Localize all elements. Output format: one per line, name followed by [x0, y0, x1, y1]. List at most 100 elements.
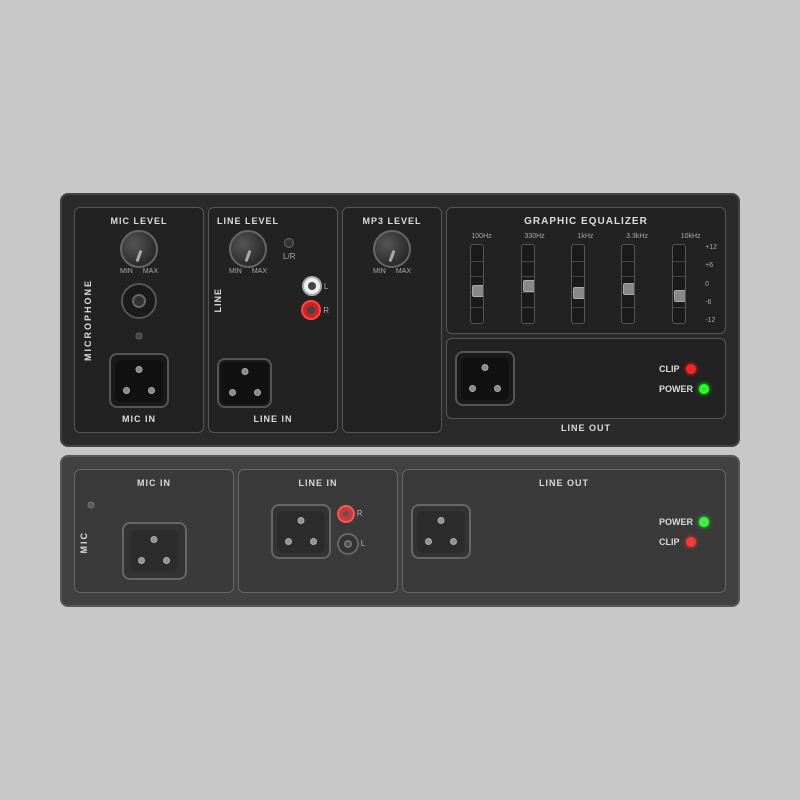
main-container: MICROPHONE MIC LEVEL MIN MAX — [60, 193, 740, 607]
line-xlr-connector — [217, 358, 272, 408]
mic-xlr-pin1 — [136, 366, 143, 373]
bottom-line-pin1 — [297, 517, 304, 524]
line-vertical-label: LINE — [213, 288, 223, 313]
bottom-line-xlr — [271, 504, 331, 559]
clip-status-row: CLIP — [659, 364, 709, 374]
eq-freq-10k: 10kHz — [681, 233, 701, 240]
clip-led — [686, 364, 696, 374]
bottom-lineout-label: LINE OUT — [539, 478, 589, 488]
bottom-line-pin3 — [310, 538, 317, 545]
status-indicators: CLIP POWER — [651, 356, 717, 402]
mp3-level-label: MP3 LEVEL — [362, 216, 421, 226]
eq-slider-33khz[interactable] — [621, 244, 635, 324]
eq-db-minus12: -12 — [705, 317, 717, 324]
bottom-power-label: POWER — [659, 517, 693, 527]
microphone-vertical-label: MICROPHONE — [83, 279, 93, 361]
bottom-mic-section: MIC IN MIC — [74, 469, 234, 593]
mp3-max-label: MAX — [396, 268, 411, 275]
mic-knob-container: MIN MAX — [120, 230, 158, 275]
mic-knob-labels: MIN MAX — [120, 268, 158, 275]
eq-freq-100: 100Hz — [471, 233, 491, 240]
mic-xlr-inner — [115, 360, 163, 402]
lr-label: L/R — [283, 252, 295, 261]
bottom-clip-row: CLIP — [659, 537, 709, 547]
bottom-lineout-pin3 — [450, 538, 457, 545]
mic-max-label: MAX — [143, 268, 158, 275]
mic-bottom-label: MIC IN — [122, 414, 156, 424]
mic-level-label: MIC LEVEL — [110, 216, 167, 226]
bottom-line-xlr-inner — [277, 511, 325, 553]
screw-icon-1 — [87, 501, 95, 509]
line-xlr-pin3 — [254, 389, 261, 396]
lineout-pin3 — [494, 385, 501, 392]
eq-slider-1khz[interactable] — [571, 244, 585, 324]
eq-handle-10khz[interactable] — [674, 290, 686, 302]
bottom-rca-r — [337, 505, 355, 523]
line-level-label: LINE LEVEL — [217, 216, 279, 226]
eq-slider-330hz[interactable] — [521, 244, 535, 324]
power-led — [699, 384, 709, 394]
mic-screw-icon — [135, 332, 143, 340]
bottom-rca-r-label: R — [357, 509, 363, 518]
bottom-mic-pin1 — [151, 536, 158, 543]
rca-l-socket — [302, 276, 322, 296]
bottom-status-indicators: POWER CLIP — [651, 509, 717, 555]
bottom-mic-label: MIC IN — [137, 478, 171, 488]
bottom-mic-xlr-inner — [130, 530, 178, 572]
lineout-xlr — [455, 351, 515, 406]
eq-freq-33k: 3.3kHz — [626, 233, 648, 240]
eq-db-minus6: -6 — [705, 299, 717, 306]
eq-freq-1k: 1kHz — [577, 233, 593, 240]
eq-handle-1khz[interactable] — [573, 287, 585, 299]
mic-xlr-pin2 — [123, 387, 130, 394]
bottom-lineout-pin1 — [438, 517, 445, 524]
bottom-line-label: LINE IN — [298, 478, 337, 488]
eq-handle-33khz[interactable] — [623, 283, 635, 295]
mp3-section: MP3 LEVEL MIN MAX — [342, 207, 442, 433]
eq-title: GRAPHIC EQUALIZER — [455, 216, 717, 227]
eq-db-plus6: +6 — [705, 262, 717, 269]
lineout-pin2 — [469, 385, 476, 392]
mp3-level-knob[interactable] — [373, 230, 411, 268]
eq-slider-10khz[interactable] — [672, 244, 686, 324]
line-bottom-label: LINE IN — [253, 414, 292, 424]
bottom-power-row: POWER — [659, 517, 709, 527]
line-max-label: MAX — [252, 268, 267, 275]
mic-jack-inner — [132, 294, 146, 308]
line-min-label: MIN — [229, 268, 242, 275]
line-xlr-inner — [221, 362, 269, 404]
mic-jack-socket — [121, 283, 157, 319]
power-status-row: POWER — [659, 384, 709, 394]
bottom-lineout-xlr — [411, 504, 471, 559]
eq-db-0: 0 — [705, 281, 717, 288]
bottom-line-pin2 — [285, 538, 292, 545]
mic-min-label: MIN — [120, 268, 133, 275]
eq-handle-100hz[interactable] — [472, 285, 484, 297]
line-dot — [284, 238, 294, 248]
line-section: LINE LEVEL MIN MAX L/R — [208, 207, 338, 433]
lineout-bottom-label: LINE OUT — [446, 423, 726, 433]
lineout-pin1 — [482, 364, 489, 371]
bottom-mic-pin2 — [138, 557, 145, 564]
mic-xlr-connector — [109, 353, 169, 408]
mic-section: MICROPHONE MIC LEVEL MIN MAX — [74, 207, 204, 433]
top-panel: MICROPHONE MIC LEVEL MIN MAX — [60, 193, 740, 447]
rca-l-label: L — [324, 282, 328, 291]
line-xlr-pin1 — [241, 368, 248, 375]
bottom-power-led — [699, 517, 709, 527]
bottom-lineout-xlr-inner — [417, 511, 465, 553]
eq-section: GRAPHIC EQUALIZER 100Hz 330Hz 1kHz 3.3kH… — [446, 207, 726, 334]
line-level-knob[interactable] — [229, 230, 267, 268]
eq-handle-330hz[interactable] — [523, 280, 535, 292]
bottom-clip-led — [686, 537, 696, 547]
mic-level-knob[interactable] — [120, 230, 158, 268]
bottom-lineout-pin2 — [425, 538, 432, 545]
rca-r-socket — [301, 300, 321, 320]
eq-slider-100hz[interactable] — [470, 244, 484, 324]
bottom-lineout-section: LINE OUT POWER CLIP — [402, 469, 726, 593]
bottom-jack — [337, 533, 359, 555]
bottom-mic-xlr — [122, 522, 187, 580]
bottom-panel: MIC IN MIC LINE IN — [60, 455, 740, 607]
mic-side-label: MIC — [79, 531, 89, 554]
power-label: POWER — [659, 384, 693, 394]
